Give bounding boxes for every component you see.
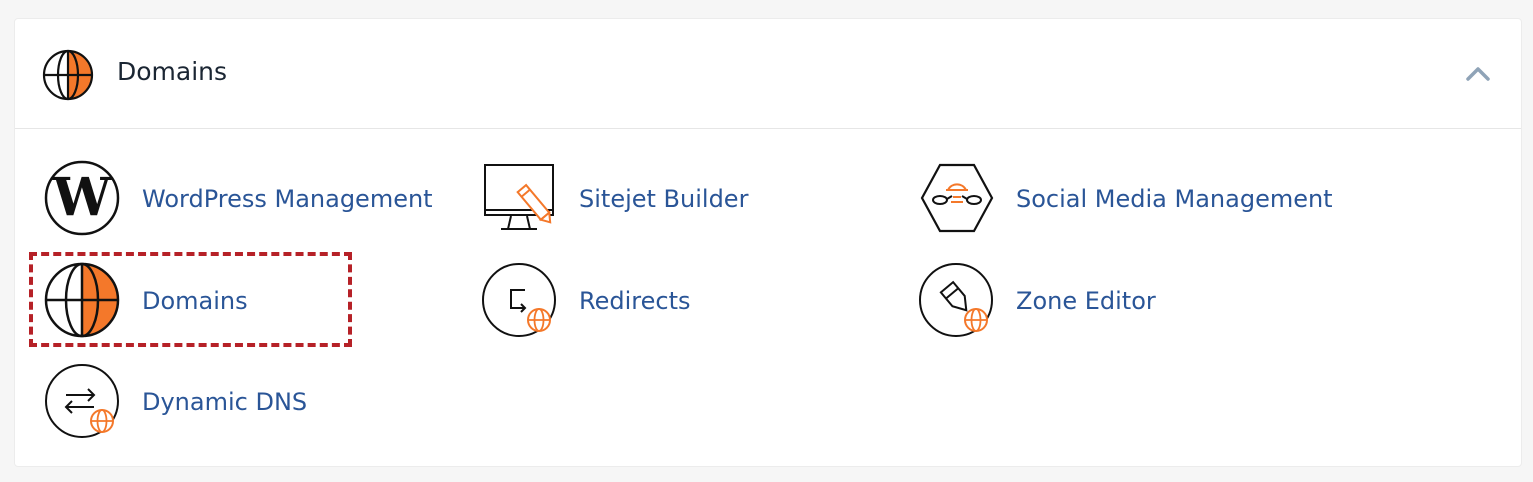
wordpress-icon: W (44, 160, 120, 236)
item-label[interactable]: Zone Editor (1016, 286, 1156, 316)
item-wordpress-management[interactable]: W WordPress Management (44, 160, 444, 240)
monitor-pencil-icon (484, 164, 554, 230)
item-social-media-management[interactable]: Social Media Management (918, 160, 1338, 240)
chevron-up-icon[interactable] (1463, 59, 1493, 89)
globe-icon (44, 262, 120, 338)
swap-globe-icon (45, 364, 119, 438)
item-redirects[interactable]: Redirects (481, 262, 781, 342)
item-label[interactable]: Redirects (579, 286, 690, 316)
item-dynamic-dns[interactable]: Dynamic DNS (44, 363, 344, 443)
globe-icon (42, 49, 94, 101)
panel-header[interactable]: Domains (15, 19, 1521, 129)
item-zone-editor[interactable]: Zone Editor (918, 262, 1218, 342)
social-media-icon (920, 163, 994, 233)
item-label[interactable]: Sitejet Builder (579, 184, 748, 214)
domains-panel: Domains W WordPress Management Sitejet B… (14, 18, 1522, 467)
item-sitejet-builder[interactable]: Sitejet Builder (481, 160, 781, 240)
redirect-globe-icon (482, 263, 556, 337)
item-domains[interactable]: Domains (44, 262, 344, 342)
item-label[interactable]: Dynamic DNS (142, 387, 307, 417)
item-label[interactable]: WordPress Management (142, 184, 433, 214)
item-label[interactable]: Domains (142, 286, 248, 316)
section-title: Domains (117, 57, 228, 86)
zone-editor-globe-icon (919, 263, 993, 337)
item-label[interactable]: Social Media Management (1016, 184, 1333, 214)
svg-text:W: W (52, 167, 113, 228)
